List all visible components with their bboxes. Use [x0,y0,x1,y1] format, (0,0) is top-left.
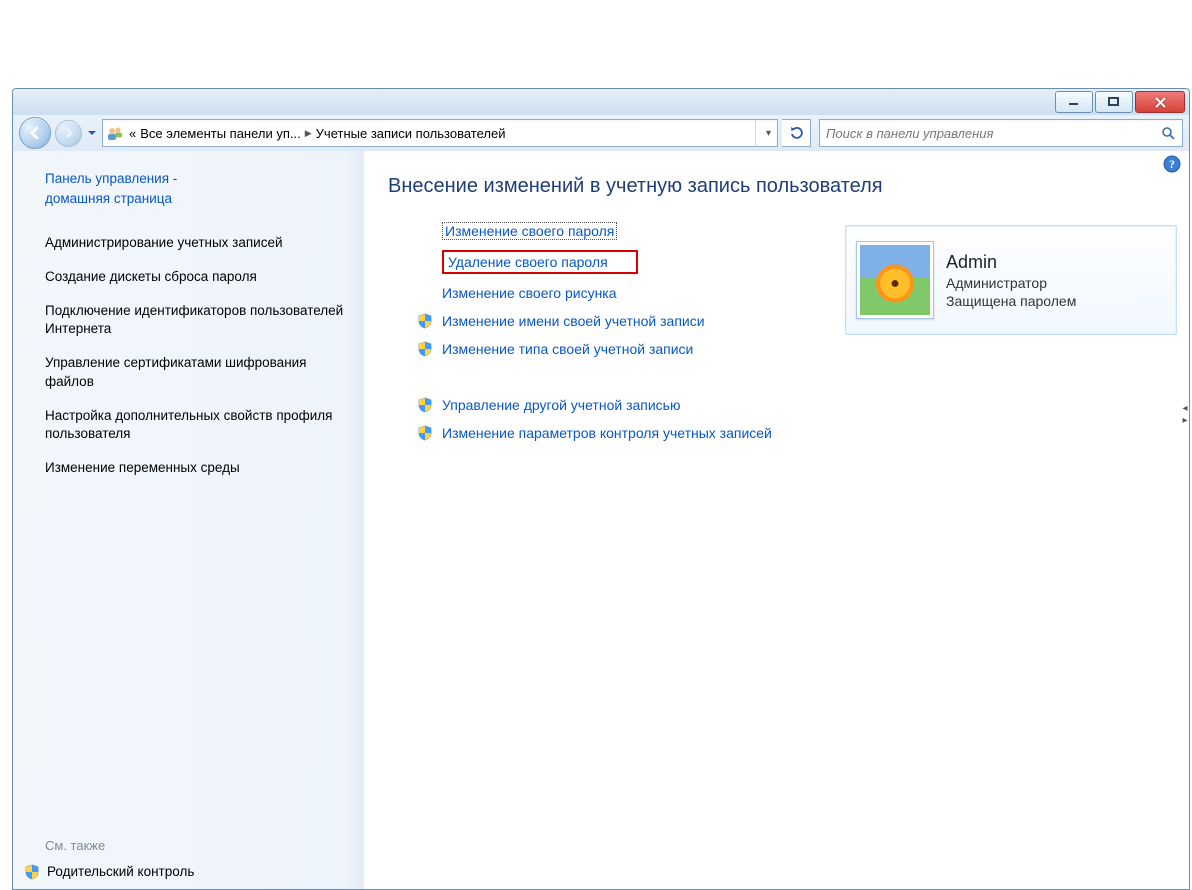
forward-button[interactable] [55,120,82,147]
task-remove-password[interactable]: Удаление своего пароля [416,250,856,274]
task-change-uac-settings[interactable]: Изменение параметров контроля учетных за… [416,424,856,442]
sidebar-item-password-reset-disk[interactable]: Создание дискеты сброса пароля [45,268,345,286]
back-button[interactable] [19,117,51,149]
user-password-status: Защищена паролем [946,293,1076,309]
search-icon [1161,126,1176,141]
current-user-card: Admin Администратор Защищена паролем [845,225,1177,335]
see-also-parental-controls[interactable]: Родительский контроль [23,863,345,881]
task-manage-another-account[interactable]: Управление другой учетной записью [416,396,856,414]
task-label: Изменение типа своей учетной записи [442,341,693,357]
refresh-button[interactable] [782,119,811,147]
user-name: Admin [946,252,1076,273]
nav-history-dropdown[interactable] [86,118,98,148]
sidebar-item-manage-certificates[interactable]: Управление сертификатами шифрования файл… [45,354,345,390]
task-label: Изменение своего пароля [442,222,617,240]
control-panel-window: « Все элементы панели уп... ▶ Учетные за… [12,88,1190,890]
window-body: ? Панель управления - домашняя страница … [13,151,1189,890]
nav-bar: « Все элементы панели уп... ▶ Учетные за… [13,115,1189,151]
shield-icon [416,396,434,414]
resize-grip-icon[interactable]: ◂▸ [1180,403,1190,427]
user-accounts-icon [105,123,125,143]
page-heading: Внесение изменений в учетную запись поль… [388,175,1173,198]
breadcrumb-dropdown[interactable]: ▾ [762,128,775,139]
control-panel-home-link[interactable]: Панель управления - домашняя страница [45,169,345,210]
task-label: Изменение имени своей учетной записи [442,313,705,329]
search-placeholder: Поиск в панели управления [826,126,1161,141]
sidebar-item-link-online-ids[interactable]: Подключение идентификаторов пользователе… [45,302,345,338]
task-change-password[interactable]: Изменение своего пароля [416,222,856,240]
task-label: Удаление своего пароля [448,254,608,270]
breadcrumb-overflow-glyph: « [129,126,136,141]
task-change-picture[interactable]: Изменение своего рисунка [416,284,856,302]
task-label: Управление другой учетной записью [442,397,680,413]
task-change-name[interactable]: Изменение имени своей учетной записи [416,312,856,330]
breadcrumb[interactable]: « Все элементы панели уп... ▶ Учетные за… [102,119,778,147]
sidebar-item-env-variables[interactable]: Изменение переменных среды [45,459,345,477]
task-change-type[interactable]: Изменение типа своей учетной записи [416,340,856,358]
task-label: Изменение параметров контроля учетных за… [442,425,772,441]
shield-icon [416,424,434,442]
see-also-label: Родительский контроль [47,863,194,881]
breadcrumb-parent[interactable]: Все элементы панели уп... [140,126,301,141]
sidebar: Панель управления - домашняя страница Ад… [13,151,364,890]
shield-icon [416,312,434,330]
sidebar-item-manage-accounts[interactable]: Администрирование учетных записей [45,234,345,252]
minimize-button[interactable] [1055,91,1093,113]
shield-icon [23,863,41,881]
sidebar-item-advanced-profile[interactable]: Настройка дополнительных свойств профиля… [45,407,345,443]
user-role: Администратор [946,275,1076,291]
breadcrumb-current[interactable]: Учетные записи пользователей [316,126,506,141]
avatar [856,241,934,319]
maximize-button[interactable] [1095,91,1133,113]
shield-icon [416,340,434,358]
close-button[interactable] [1135,91,1185,113]
sidebar-task-list: Администрирование учетных записей Создан… [45,234,345,478]
title-bar [13,89,1189,115]
chevron-right-icon: ▶ [305,128,312,139]
see-also-heading: См. также [45,838,345,853]
task-label: Изменение своего рисунка [442,285,617,301]
search-box[interactable]: Поиск в панели управления [819,119,1183,147]
account-task-list: Изменение своего пароля Удаление своего … [416,222,856,442]
main-pane: Внесение изменений в учетную запись поль… [364,151,1189,890]
